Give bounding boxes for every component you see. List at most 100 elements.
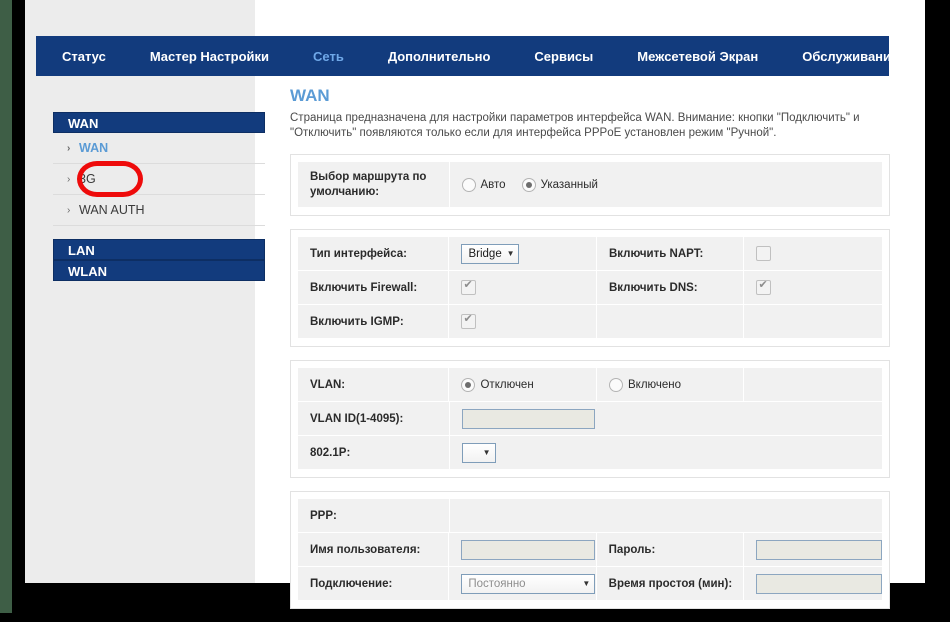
sidebar-item-3g[interactable]: › 3G bbox=[53, 164, 265, 195]
password-input[interactable] bbox=[756, 539, 882, 560]
interface-type-value: Bridge bbox=[468, 247, 502, 260]
panel-ppp: PPP: Имя пользователя: Пароль: Подключен… bbox=[290, 491, 890, 609]
panel-default-route: Выбор маршрута по умолчанию: Авто Указан… bbox=[290, 154, 890, 216]
radio-vlan-enabled-icon[interactable] bbox=[608, 377, 623, 392]
row-connection: Подключение: Постоянно ▼ Время простоя (… bbox=[298, 567, 882, 601]
radio-auto-icon[interactable] bbox=[461, 177, 476, 192]
interface-type-label: Тип интерфейса: bbox=[298, 237, 450, 271]
nav-item-setup-wizard[interactable]: Мастер Настройки bbox=[150, 49, 269, 64]
vlan-id-input[interactable] bbox=[461, 408, 595, 429]
sidebar-item-wan-auth-label: WAN AUTH bbox=[79, 203, 145, 217]
row-default-route: Выбор маршрута по умолчанию: Авто Указан… bbox=[298, 162, 882, 208]
radio-vlan-disabled-label: Отключен bbox=[480, 378, 534, 391]
row-dot1p: 802.1P: ▼ bbox=[298, 436, 882, 470]
nav-item-firewall[interactable]: Межсетевой Экран bbox=[637, 49, 758, 64]
dot1p-select[interactable]: ▼ bbox=[461, 442, 496, 463]
nav-item-status[interactable]: Статус bbox=[62, 49, 106, 64]
dot1p-control: ▼ bbox=[449, 436, 882, 470]
ppp-header-filler bbox=[449, 499, 882, 533]
connection-select[interactable]: Постоянно ▼ bbox=[461, 573, 596, 594]
dns-control bbox=[744, 271, 883, 305]
idle-time-input[interactable] bbox=[756, 573, 882, 594]
napt-checkbox[interactable] bbox=[756, 246, 772, 261]
sidebar-section-wlan[interactable]: WLAN bbox=[53, 260, 265, 281]
radio-vlan-enabled-label: Включено bbox=[627, 378, 682, 391]
firewall-control bbox=[449, 271, 597, 305]
password-control bbox=[744, 533, 882, 567]
radio-specified-label: Указанный bbox=[540, 178, 598, 191]
idle-time-control bbox=[744, 567, 882, 601]
chevron-right-icon: › bbox=[67, 174, 71, 185]
sidebar-section-lan[interactable]: LAN bbox=[53, 239, 265, 260]
row-credentials: Имя пользователя: Пароль: bbox=[298, 533, 882, 567]
interface-type-control: Bridge ▼ bbox=[449, 237, 597, 271]
row-ppp-header: PPP: bbox=[298, 499, 882, 533]
radio-auto-label: Авто bbox=[480, 178, 506, 191]
firewall-checkbox[interactable] bbox=[461, 278, 477, 295]
sidebar-item-wan-auth[interactable]: › WAN AUTH bbox=[53, 195, 265, 226]
chevron-down-icon: ▼ bbox=[582, 579, 591, 588]
chevron-right-icon: › bbox=[67, 205, 71, 216]
router-admin-page: Статус Мастер Настройки Сеть Дополнитель… bbox=[25, 0, 925, 609]
sidebar: WAN › WAN › 3G › WAN AUTH LAN WLAN bbox=[53, 112, 265, 281]
dot1p-label: 802.1P: bbox=[298, 436, 450, 470]
panel-vlan: VLAN: Отключен Включено VLAN ID(1-4095):… bbox=[290, 360, 890, 478]
left-edge-tint bbox=[0, 0, 12, 613]
default-route-label-line1: Выбор маршрута по bbox=[310, 170, 427, 183]
radio-option-specified[interactable]: Указанный bbox=[521, 177, 598, 192]
radio-option-vlan-enabled[interactable]: Включено bbox=[608, 377, 682, 392]
igmp-checkbox[interactable] bbox=[461, 312, 477, 329]
row-interface-type: Тип интерфейса: Bridge ▼ Включить NAPT: bbox=[298, 237, 883, 271]
default-route-options: Авто Указанный bbox=[449, 162, 882, 208]
vlan-disabled-option: Отключен bbox=[449, 368, 597, 402]
igmp-label: Включить IGMP: bbox=[298, 305, 450, 339]
radio-option-auto[interactable]: Авто bbox=[461, 177, 506, 192]
password-label: Пароль: bbox=[596, 533, 744, 567]
nav-item-advanced[interactable]: Дополнительно bbox=[388, 49, 491, 64]
main-content: WAN Страница предназначена для настройки… bbox=[290, 86, 910, 622]
vlan-id-control bbox=[449, 402, 882, 436]
row-firewall: Включить Firewall: Включить DNS: bbox=[298, 271, 883, 305]
vlan-filler bbox=[744, 368, 883, 402]
default-route-label-line2: умолчанию: bbox=[310, 185, 380, 198]
sidebar-item-wan[interactable]: › WAN bbox=[53, 133, 265, 164]
ppp-label: PPP: bbox=[298, 499, 450, 533]
sidebar-section-wan[interactable]: WAN bbox=[53, 112, 265, 133]
napt-control bbox=[744, 237, 883, 271]
radio-specified-icon[interactable] bbox=[521, 177, 536, 192]
nav-item-maintenance[interactable]: Обслуживание bbox=[802, 49, 898, 64]
sidebar-item-3g-label: 3G bbox=[79, 172, 96, 186]
dns-label: Включить DNS: bbox=[596, 271, 745, 305]
connection-control: Постоянно ▼ bbox=[449, 567, 597, 601]
default-route-label: Выбор маршрута по умолчанию: bbox=[298, 162, 450, 208]
username-control bbox=[449, 533, 597, 567]
interface-type-select[interactable]: Bridge ▼ bbox=[461, 243, 520, 264]
username-label: Имя пользователя: bbox=[298, 533, 450, 567]
connection-value: Постоянно bbox=[468, 577, 526, 590]
vlan-label: VLAN: bbox=[298, 368, 450, 402]
napt-label: Включить NAPT: bbox=[596, 237, 745, 271]
page-title: WAN bbox=[290, 86, 330, 105]
row-igmp: Включить IGMP: bbox=[298, 305, 883, 339]
firewall-label: Включить Firewall: bbox=[298, 271, 450, 305]
row-vlan-id: VLAN ID(1-4095): bbox=[298, 402, 882, 436]
igmp-control bbox=[449, 305, 597, 339]
dns-checkbox[interactable] bbox=[756, 278, 772, 295]
radio-vlan-disabled-icon[interactable] bbox=[461, 377, 476, 392]
idle-time-label: Время простоя (мин): bbox=[596, 567, 744, 601]
igmp-filler-2 bbox=[744, 305, 883, 339]
username-input[interactable] bbox=[461, 539, 596, 560]
vlan-id-label: VLAN ID(1-4095): bbox=[298, 402, 450, 436]
chevron-down-icon: ▼ bbox=[482, 448, 491, 457]
panel-interface: Тип интерфейса: Bridge ▼ Включить NAPT: … bbox=[290, 229, 890, 347]
nav-item-services[interactable]: Сервисы bbox=[534, 49, 593, 64]
vlan-enabled-option: Включено bbox=[596, 368, 745, 402]
nav-item-network[interactable]: Сеть bbox=[313, 49, 344, 64]
row-vlan: VLAN: Отключен Включено bbox=[298, 368, 883, 402]
page-description: Страница предназначена для настройки пар… bbox=[290, 112, 860, 139]
sidebar-item-wan-label: WAN bbox=[79, 141, 109, 155]
main-navigation: Статус Мастер Настройки Сеть Дополнитель… bbox=[36, 36, 898, 76]
chevron-right-icon: › bbox=[67, 143, 71, 154]
radio-option-vlan-disabled[interactable]: Отключен bbox=[461, 377, 534, 392]
